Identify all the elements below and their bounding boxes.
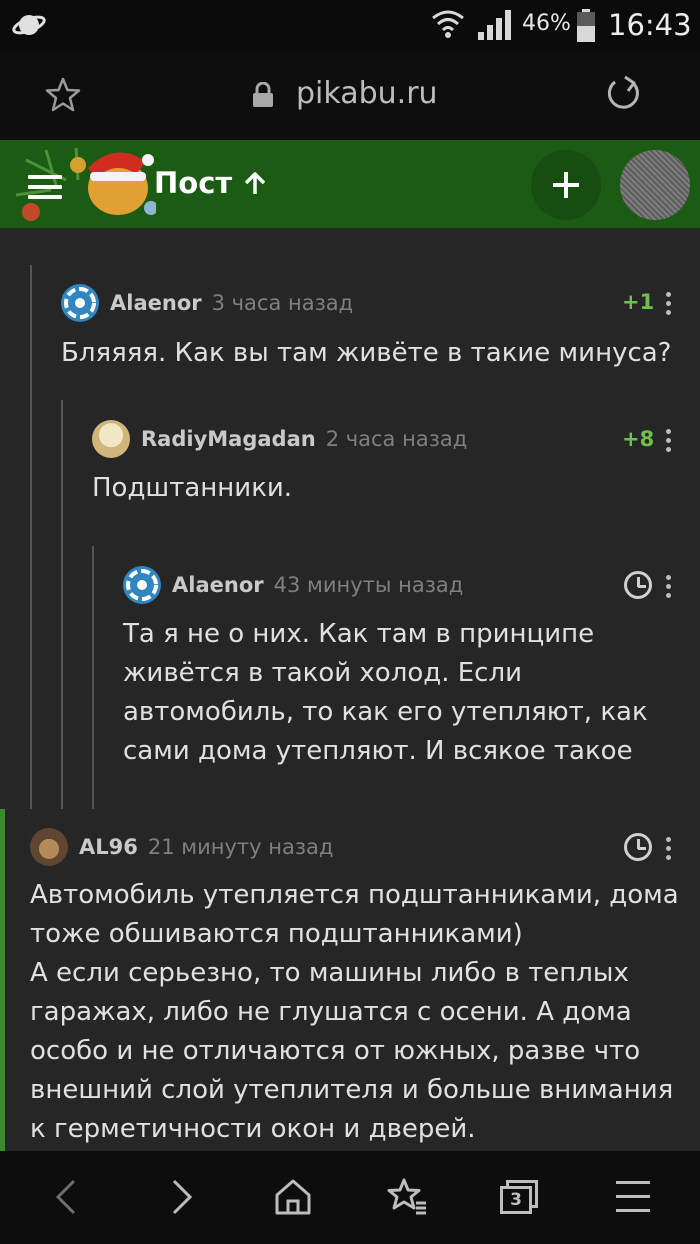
clock-icon bbox=[624, 571, 652, 599]
comment-rating: +8 bbox=[622, 427, 655, 451]
comment-header: Alaenor 43 минуты назад bbox=[123, 565, 463, 605]
site-header: Пост bbox=[0, 140, 700, 228]
reload-icon[interactable] bbox=[603, 74, 643, 114]
browser-bottom-nav: 3 bbox=[0, 1151, 700, 1244]
comment-header: Alaenor 3 часа назад bbox=[61, 283, 353, 323]
more-icon[interactable] bbox=[666, 575, 672, 602]
comment-author[interactable]: RadiyMagadan bbox=[141, 427, 316, 451]
avatar[interactable] bbox=[30, 828, 68, 866]
page-title: Пост bbox=[154, 166, 233, 200]
more-icon[interactable] bbox=[666, 292, 672, 319]
tabs-count: 3 bbox=[500, 1186, 532, 1214]
arrow-up-icon[interactable] bbox=[243, 172, 267, 196]
wifi-icon bbox=[432, 10, 464, 38]
thread-line bbox=[61, 400, 63, 809]
lock-icon bbox=[253, 82, 273, 107]
clock-time: 16:43 bbox=[608, 8, 692, 42]
comment-author[interactable]: Alaenor bbox=[110, 291, 202, 315]
active-comment-indicator bbox=[0, 809, 5, 1151]
avatar[interactable] bbox=[61, 284, 99, 322]
battery-icon bbox=[577, 9, 595, 42]
address-bar[interactable]: pikabu.ru bbox=[296, 76, 438, 111]
back-icon[interactable] bbox=[52, 1177, 82, 1217]
forward-icon[interactable] bbox=[166, 1177, 196, 1217]
comment-author[interactable]: AL96 bbox=[79, 835, 138, 859]
comment-time: 2 часа назад bbox=[325, 427, 468, 451]
status-bar: 46% 16:43 bbox=[0, 0, 700, 52]
star-icon[interactable] bbox=[44, 76, 82, 114]
menu-icon[interactable] bbox=[28, 175, 62, 205]
comment-author[interactable]: Alaenor bbox=[172, 573, 264, 597]
comment-text: Подштанники. bbox=[92, 473, 293, 503]
browser-toolbar: pikabu.ru bbox=[0, 52, 700, 140]
home-icon[interactable] bbox=[274, 1177, 312, 1217]
add-post-button[interactable] bbox=[531, 150, 601, 220]
bookmarks-icon[interactable] bbox=[386, 1177, 428, 1217]
thread-line bbox=[30, 265, 32, 809]
comment-time: 3 часа назад bbox=[211, 291, 354, 315]
comment-header: AL96 21 минуту назад bbox=[30, 827, 333, 867]
comment-header: RadiyMagadan 2 часа назад bbox=[92, 419, 467, 459]
planet-icon bbox=[12, 15, 46, 35]
comment-text: Автомобиль утепляется подштанниками, дом… bbox=[30, 880, 679, 1144]
more-icon[interactable] bbox=[666, 837, 672, 864]
comment-time: 21 минуту назад bbox=[147, 835, 334, 859]
comment-rating: +1 bbox=[622, 290, 655, 314]
more-icon[interactable] bbox=[666, 429, 672, 456]
avatar[interactable] bbox=[92, 420, 130, 458]
comment-text: Бляяяя. Как вы там живёте в такие минуса… bbox=[61, 338, 672, 368]
user-avatar[interactable] bbox=[620, 150, 690, 220]
comment-text: Та я не о них. Как там в принципе живётс… bbox=[123, 619, 648, 766]
avatar[interactable] bbox=[123, 566, 161, 604]
clock-icon bbox=[624, 833, 652, 861]
signal-icon bbox=[478, 10, 511, 40]
menu-icon[interactable] bbox=[616, 1181, 650, 1212]
thread-line bbox=[92, 546, 94, 809]
comment-time: 43 минуты назад bbox=[273, 573, 464, 597]
tabs-icon[interactable]: 3 bbox=[500, 1180, 538, 1216]
battery-percent: 46% bbox=[522, 11, 571, 36]
